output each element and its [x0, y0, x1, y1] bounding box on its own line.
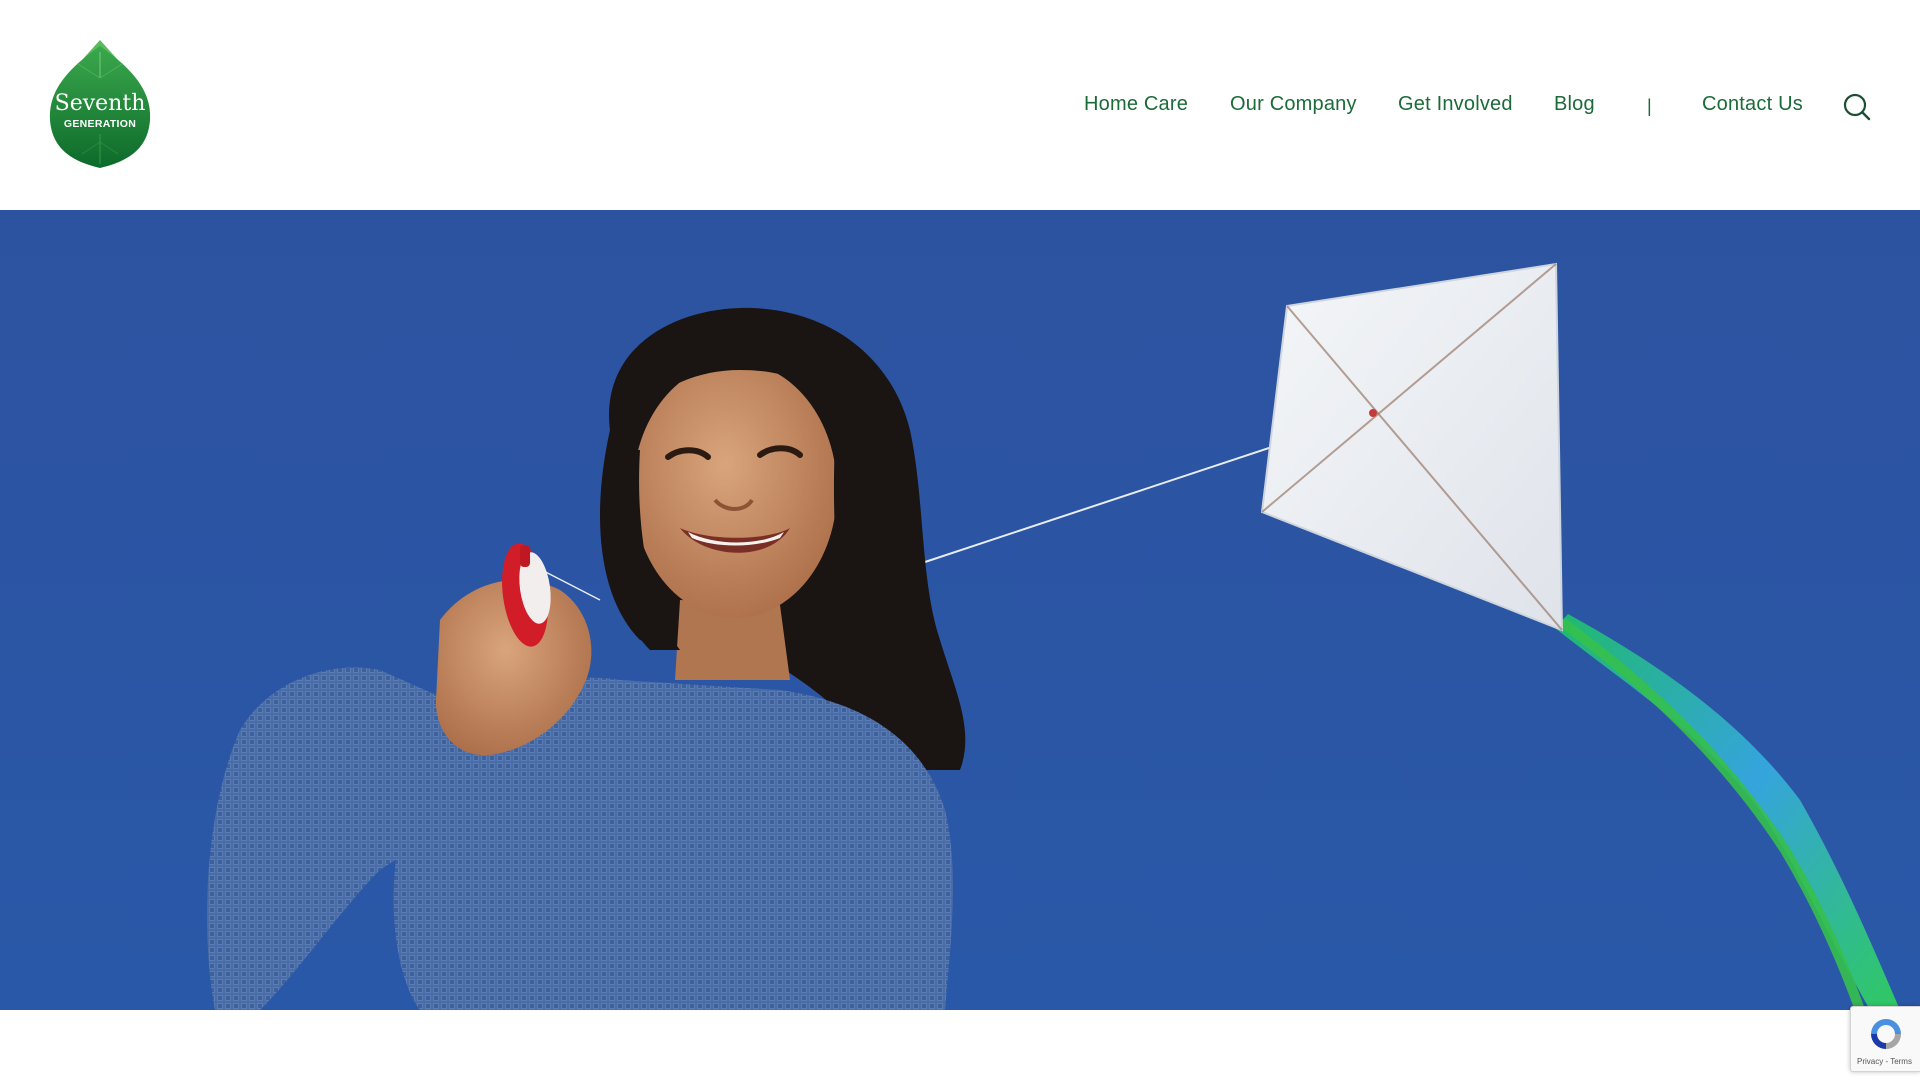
search-icon	[1843, 93, 1871, 121]
nav-separator: |	[1647, 96, 1652, 116]
recaptcha-terms[interactable]: Privacy - Terms	[1857, 1057, 1912, 1066]
hero-image	[0, 210, 1920, 1010]
logo-subword: GENERATION	[64, 118, 136, 130]
page-below-hero	[0, 1010, 1920, 1080]
nav-our-company[interactable]: Our Company	[1230, 90, 1357, 118]
recaptcha-badge[interactable]: Privacy - Terms	[1850, 1006, 1920, 1072]
site-header: Seventh GENERATION Home Care Our Company…	[0, 0, 1920, 210]
nav-home-care[interactable]: Home Care	[1084, 90, 1188, 118]
logo-wordmark: Seventh	[55, 91, 146, 116]
nav-contact-us[interactable]: Contact Us	[1702, 90, 1803, 118]
nav-get-involved[interactable]: Get Involved	[1398, 90, 1513, 118]
face	[633, 362, 837, 618]
brand-logo[interactable]: Seventh GENERATION	[48, 38, 152, 170]
leaf-logo-icon: Seventh GENERATION	[49, 40, 151, 168]
nav-blog[interactable]: Blog	[1554, 90, 1595, 118]
search-button[interactable]	[1842, 92, 1872, 122]
hero-banner	[0, 210, 1920, 1010]
recaptcha-icon	[1871, 1019, 1901, 1049]
